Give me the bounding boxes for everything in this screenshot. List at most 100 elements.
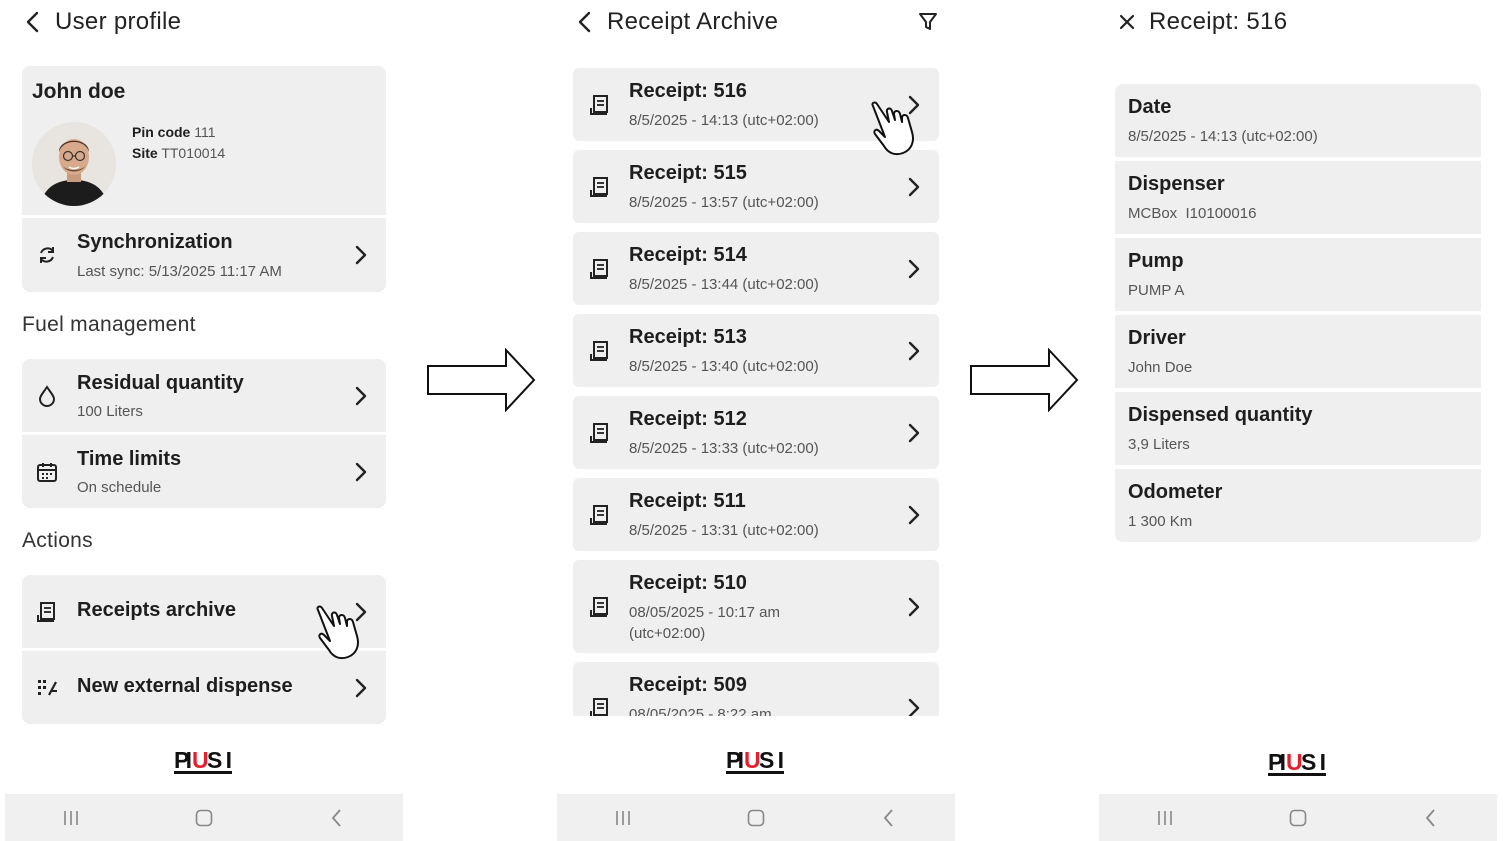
receipt-date: 8/5/2025 - 13:57 (utc+02:00): [629, 194, 819, 211]
chevron-right-icon: [907, 596, 921, 618]
chevron-right-icon: [354, 385, 368, 407]
pointer-hand-icon: [871, 101, 914, 156]
detail-value: 1 300 Km: [1128, 513, 1193, 530]
receipt-icon: [589, 697, 611, 716]
detail-value: 8/5/2025 - 14:13 (utc+02:00): [1128, 128, 1318, 145]
detail-label: Date: [1128, 96, 1172, 118]
chevron-right-icon: [354, 244, 368, 266]
residual-subtitle: 100 Liters: [77, 403, 143, 420]
storyboard: User profile John doe Pin code 111 Site …: [0, 0, 1503, 841]
recents-icon[interactable]: [1145, 803, 1185, 833]
chevron-right-icon: [907, 176, 921, 198]
nav-back-icon[interactable]: [317, 803, 357, 833]
receipt-row[interactable]: Receipt: 509 08/05/2025 - 8:22 am: [573, 662, 939, 716]
close-icon[interactable]: [1113, 8, 1141, 36]
svg-text:PI: PI: [1268, 749, 1286, 775]
filter-icon[interactable]: [917, 10, 941, 34]
profile-topbar: User profile: [5, 0, 403, 44]
nav-back-icon[interactable]: [1411, 803, 1451, 833]
sync-subtitle: Last sync: 5/13/2025 11:17 AM: [77, 263, 282, 280]
receipt-date: 8/5/2025 - 13:40 (utc+02:00): [629, 358, 819, 375]
time-limits-subtitle: On schedule: [77, 479, 162, 496]
receipt-icon: [589, 176, 611, 198]
flow-arrow-icon: [427, 348, 536, 412]
receipt-icon: [589, 258, 611, 280]
receipt-row[interactable]: Receipt: 511 8/5/2025 - 13:31 (utc+02:00…: [573, 478, 939, 551]
detail-value: MCBox I10100016: [1128, 205, 1257, 222]
detail-row-odometer: Odometer 1 300 Km: [1115, 469, 1481, 542]
actions-heading: Actions: [22, 529, 93, 552]
recents-icon[interactable]: [51, 803, 91, 833]
detail-label: Dispensed quantity: [1128, 404, 1313, 426]
home-icon[interactable]: [1278, 803, 1318, 833]
receipt-date-timezone: (utc+02:00): [629, 625, 706, 642]
svg-text:SI: SI: [1301, 749, 1326, 775]
page-title: Receipt Archive: [607, 8, 779, 35]
chevron-right-icon: [907, 697, 921, 716]
svg-text:SI: SI: [207, 747, 232, 773]
detail-label: Odometer: [1128, 481, 1223, 503]
back-icon[interactable]: [19, 8, 47, 36]
receipt-icon: [589, 94, 611, 116]
receipt-row[interactable]: Receipt: 514 8/5/2025 - 13:44 (utc+02:00…: [573, 232, 939, 305]
user-card: John doe Pin code 111 Site TT010014: [22, 66, 386, 215]
receipt-title: Receipt: 509: [629, 674, 747, 696]
receipt-icon: [589, 596, 611, 618]
detail-value: John Doe: [1128, 359, 1193, 376]
receipt-title: Receipt: 515: [629, 162, 747, 184]
pointer-hand-icon: [316, 605, 359, 660]
detail-row-dispenser: Dispenser MCBox I10100016: [1115, 161, 1481, 234]
receipts-archive-label: Receipts archive: [77, 599, 236, 621]
detail-label: Pump: [1128, 250, 1184, 272]
receipt-list: Receipt: 516 8/5/2025 - 14:13 (utc+02:00…: [557, 66, 955, 716]
chevron-right-icon: [907, 422, 921, 444]
chevron-right-icon: [907, 504, 921, 526]
receipt-row[interactable]: Receipt: 515 8/5/2025 - 13:57 (utc+02:00…: [573, 150, 939, 223]
home-icon[interactable]: [184, 803, 224, 833]
home-icon[interactable]: [736, 803, 776, 833]
site-value: TT010014: [161, 145, 226, 161]
archive-topbar: Receipt Archive: [557, 0, 955, 44]
residual-quantity-row[interactable]: Residual quantity 100 Liters: [22, 359, 386, 432]
receipt-title: Receipt: 513: [629, 326, 747, 348]
pin-value: 111: [194, 124, 216, 140]
piusi-logo: PI U SI: [726, 747, 784, 774]
site-label: Site: [132, 145, 158, 161]
flow-arrow-icon: [970, 348, 1079, 412]
chevron-right-icon: [354, 677, 368, 699]
receipt-row[interactable]: Receipt: 510 08/05/2025 - 10:17 am (utc+…: [573, 560, 939, 653]
receipt-title: Receipt: 511: [629, 490, 746, 512]
receipt-detail-screen: Receipt: 516 Date 8/5/2025 - 14:13 (utc+…: [1099, 0, 1497, 841]
back-icon[interactable]: [571, 8, 599, 36]
detail-row-driver: Driver John Doe: [1115, 315, 1481, 388]
detail-label: Dispenser: [1128, 173, 1225, 195]
receipt-row[interactable]: Receipt: 512 8/5/2025 - 13:33 (utc+02:00…: [573, 396, 939, 469]
site-info: Site TT010014: [132, 145, 225, 161]
system-navbar: [1099, 794, 1497, 841]
receipt-row[interactable]: Receipt: 513 8/5/2025 - 13:40 (utc+02:00…: [573, 314, 939, 387]
calendar-icon: [36, 461, 58, 483]
time-limits-row[interactable]: Time limits On schedule: [22, 435, 386, 508]
chevron-right-icon: [907, 258, 921, 280]
svg-text:SI: SI: [759, 747, 784, 773]
sync-title: Synchronization: [77, 231, 233, 253]
system-navbar: [5, 794, 403, 841]
dispense-icon: [36, 677, 58, 699]
user-profile-screen: User profile John doe Pin code 111 Site …: [5, 0, 403, 841]
receipt-title: Receipt: 510: [629, 572, 747, 594]
receipt-icon: [589, 504, 611, 526]
time-limits-title: Time limits: [77, 448, 182, 470]
receipt-date: 8/5/2025 - 13:44 (utc+02:00): [629, 276, 819, 293]
sync-icon: [36, 244, 58, 266]
avatar: [32, 122, 116, 206]
new-external-dispense-label: New external dispense: [77, 675, 293, 697]
receipt-title: Receipt: 514: [629, 244, 747, 266]
synchronization-row[interactable]: Synchronization Last sync: 5/13/2025 11:…: [22, 218, 386, 292]
recents-icon[interactable]: [603, 803, 643, 833]
page-title: Receipt: 516: [1149, 8, 1288, 35]
nav-back-icon[interactable]: [869, 803, 909, 833]
piusi-logo: PI U SI: [174, 747, 234, 774]
receipt-icon: [589, 422, 611, 444]
detail-value: PUMP A: [1128, 282, 1185, 299]
fuel-management-heading: Fuel management: [22, 313, 196, 336]
